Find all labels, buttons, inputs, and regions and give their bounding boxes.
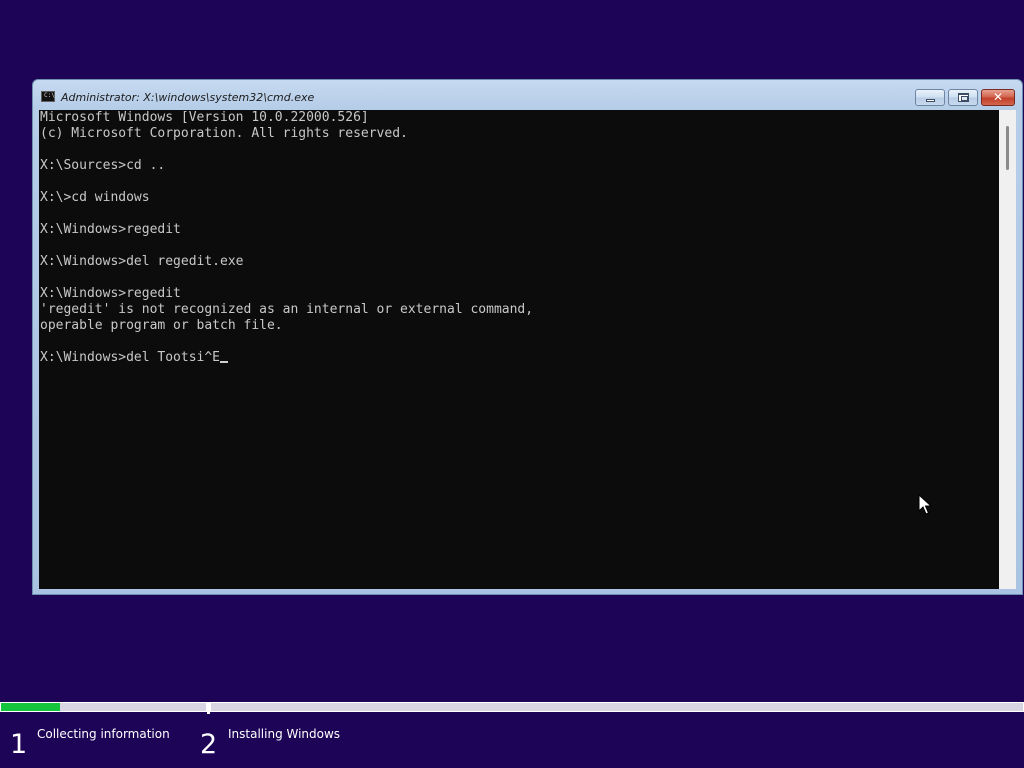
minimize-button[interactable]	[915, 89, 945, 106]
title-bar[interactable]: C:\ Administrator: X:\windows\system32\c…	[33, 80, 1022, 110]
text-caret	[220, 361, 229, 363]
close-button[interactable]: ✕	[981, 89, 1015, 106]
command-prompt-line[interactable]: X:\Windows>del Tootsi^E	[40, 350, 533, 366]
close-icon: ✕	[992, 90, 1004, 104]
step-label: Collecting information	[37, 727, 170, 741]
console-icon-text: C:\	[44, 92, 55, 99]
step-number: 2	[200, 729, 218, 760]
mouse-pointer-icon	[918, 494, 932, 515]
console-line: X:\Windows>regedit	[40, 222, 181, 237]
console-output[interactable]: Microsoft Windows [Version 10.0.22000.52…	[39, 110, 999, 589]
restore-icon	[958, 93, 969, 102]
window-title: Administrator: X:\windows\system32\cmd.e…	[61, 91, 315, 104]
maximize-button[interactable]	[948, 89, 978, 106]
setup-progress: 1 Collecting information 2 Installing Wi…	[0, 702, 1024, 768]
current-command[interactable]: X:\Windows>del Tootsi^E	[40, 350, 220, 365]
minimize-icon	[926, 99, 935, 102]
console-line: X:\Windows>del regedit.exe	[40, 254, 244, 269]
cmd-window[interactable]: C:\ Administrator: X:\windows\system32\c…	[32, 79, 1023, 595]
setup-screen: C:\ Administrator: X:\windows\system32\c…	[0, 0, 1024, 768]
console-line: X:\Windows>regedit	[40, 286, 181, 301]
vertical-scrollbar[interactable]	[999, 110, 1016, 589]
progress-bar-collecting	[0, 702, 207, 712]
console-lines: Microsoft Windows [Version 10.0.22000.52…	[40, 110, 533, 366]
step-label: Installing Windows	[228, 727, 341, 741]
console-line: Microsoft Windows [Version 10.0.22000.52…	[40, 110, 369, 125]
step-number: 1	[10, 729, 28, 760]
console-line: X:\>cd windows	[40, 190, 150, 205]
scrollbar-thumb[interactable]	[1006, 126, 1009, 170]
console-line: X:\Sources>cd ..	[40, 158, 166, 173]
progress-bar-installing	[210, 702, 1024, 712]
console-line: (c) Microsoft Corporation. All rights re…	[40, 126, 408, 141]
console-line: 'regedit' is not recognized as an intern…	[40, 302, 534, 317]
console-line: operable program or batch file.	[40, 318, 283, 333]
console-icon: C:\	[41, 91, 55, 102]
progress-fill	[1, 703, 61, 711]
